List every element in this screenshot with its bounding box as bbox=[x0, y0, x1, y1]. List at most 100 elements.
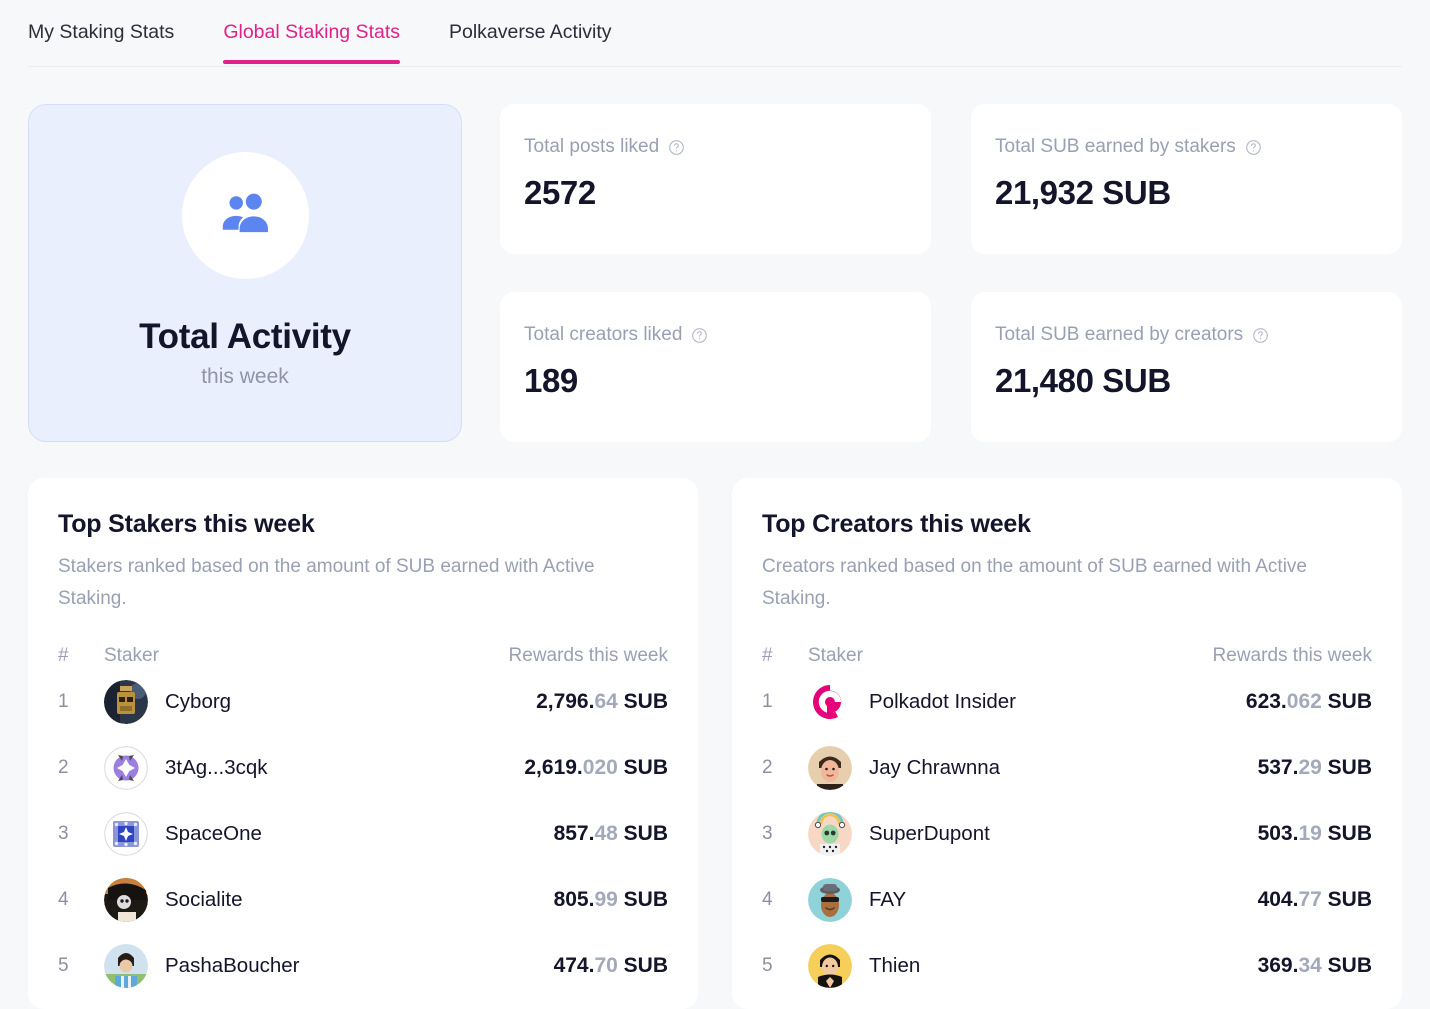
stat-label: Total posts liked bbox=[524, 136, 907, 158]
row-staker[interactable]: FAY bbox=[808, 878, 1258, 922]
creators-table-body: 1 Polkadot Insider 623.062 SUB 2 Jay Chrawnn… bbox=[762, 669, 1372, 999]
row-reward: 503.19 SUB bbox=[1258, 822, 1372, 846]
avatar-identicon-blue[interactable] bbox=[104, 812, 148, 856]
row-staker[interactable]: 3tAg...3cqk bbox=[104, 746, 524, 790]
row-staker-name: Thien bbox=[869, 954, 921, 977]
table-row[interactable]: 2 3tAg...3cqk 2,619.020 SUB bbox=[58, 735, 668, 801]
summary-section: Total Activity this week Total posts lik… bbox=[0, 72, 1430, 442]
avatar-cyborg[interactable] bbox=[104, 680, 148, 724]
activity-subtitle: this week bbox=[201, 364, 289, 388]
avatar-fay[interactable] bbox=[808, 878, 852, 922]
row-staker[interactable]: SuperDupont bbox=[808, 812, 1258, 856]
reward-unit: SUB bbox=[1321, 822, 1372, 845]
question-circle-icon[interactable] bbox=[1245, 139, 1262, 156]
reward-unit: SUB bbox=[1321, 690, 1372, 713]
stat-value: 2572 bbox=[524, 174, 596, 211]
avatar-identicon-purple[interactable] bbox=[104, 746, 148, 790]
row-reward: 623.062 SUB bbox=[1246, 690, 1372, 714]
table-row[interactable]: 1 Cyborg 2,796.64 SUB bbox=[58, 669, 668, 735]
question-circle-icon[interactable] bbox=[1252, 327, 1269, 344]
tab-global-staking-stats[interactable]: Global Staking Stats bbox=[223, 0, 400, 64]
table-row[interactable]: 3 SpaceOne 857.48 SUB bbox=[58, 801, 668, 867]
row-rank: 1 bbox=[762, 691, 773, 712]
row-reward: 474.70 SUB bbox=[554, 954, 668, 978]
reward-decimal: 48 bbox=[594, 822, 618, 845]
row-staker-name: Cyborg bbox=[165, 690, 232, 713]
row-rank: 2 bbox=[762, 757, 773, 778]
reward-unit: SUB bbox=[617, 822, 668, 845]
stat-label: Total SUB earned by stakers bbox=[995, 136, 1378, 158]
column-header-rank: # bbox=[58, 645, 69, 666]
row-staker[interactable]: Socialite bbox=[104, 878, 554, 922]
reward-decimal: 29 bbox=[1298, 756, 1322, 779]
row-staker-name: Jay Chrawnna bbox=[869, 756, 1001, 779]
leaderboard-section: Top Stakers this week Stakers ranked bas… bbox=[0, 442, 1430, 1009]
reward-unit: SUB bbox=[617, 888, 668, 911]
column-header-rank: # bbox=[762, 645, 773, 666]
reward-decimal: 020 bbox=[582, 756, 618, 779]
tab-polkaverse-activity[interactable]: Polkaverse Activity bbox=[449, 0, 612, 64]
row-rank: 5 bbox=[762, 955, 773, 976]
table-row[interactable]: 5 PashaBoucher 474.70 SUB bbox=[58, 933, 668, 999]
reward-whole: 857. bbox=[553, 822, 595, 845]
reward-whole: 805. bbox=[553, 888, 595, 911]
reward-whole: 623. bbox=[1245, 690, 1287, 713]
row-staker-name: Polkadot Insider bbox=[869, 690, 1017, 713]
stat-label: Total creators liked bbox=[524, 324, 907, 346]
row-staker[interactable]: Thien bbox=[808, 944, 1258, 988]
stat-label-text: Total SUB earned by stakers bbox=[995, 136, 1236, 157]
table-row[interactable]: 4 Socialite 805.99 SUB bbox=[58, 867, 668, 933]
stat-value: 21,932 SUB bbox=[995, 174, 1171, 211]
stat-value: 21,480 SUB bbox=[995, 362, 1171, 399]
avatar-superdupont[interactable] bbox=[808, 812, 852, 856]
row-rank: 4 bbox=[58, 889, 69, 910]
question-circle-icon[interactable] bbox=[668, 139, 685, 156]
row-rank: 4 bbox=[762, 889, 773, 910]
people-group-icon bbox=[214, 182, 276, 249]
row-staker[interactable]: Jay Chrawnna bbox=[808, 746, 1258, 790]
stat-label-text: Total posts liked bbox=[524, 136, 660, 157]
row-reward: 805.99 SUB bbox=[554, 888, 668, 912]
row-staker[interactable]: SpaceOne bbox=[104, 812, 554, 856]
row-staker-name: 3tAg...3cqk bbox=[165, 756, 268, 779]
row-rank: 1 bbox=[58, 691, 69, 712]
row-rank: 5 bbox=[58, 955, 69, 976]
row-reward: 369.34 SUB bbox=[1258, 954, 1372, 978]
table-row[interactable]: 4 FAY 404.77 SUB bbox=[762, 867, 1372, 933]
avatar-socialite[interactable] bbox=[104, 878, 148, 922]
table-row[interactable]: 5 Thien 369.34 SUB bbox=[762, 933, 1372, 999]
panel-title: Top Stakers this week bbox=[58, 510, 315, 538]
reward-decimal: 34 bbox=[1298, 954, 1322, 977]
tab-my-staking-stats[interactable]: My Staking Stats bbox=[28, 0, 174, 64]
table-row[interactable]: 1 Polkadot Insider 623.062 SUB bbox=[762, 669, 1372, 735]
reward-whole: 503. bbox=[1257, 822, 1299, 845]
avatar-pasha[interactable] bbox=[104, 944, 148, 988]
stat-card-grid: Total posts liked 2572 Total SUB earned … bbox=[500, 104, 1402, 442]
row-staker-name: PashaBoucher bbox=[165, 954, 300, 977]
table-row[interactable]: 2 Jay Chrawnna 537.29 SUB bbox=[762, 735, 1372, 801]
avatar-thien[interactable] bbox=[808, 944, 852, 988]
row-staker-name: SuperDupont bbox=[869, 822, 990, 845]
row-staker[interactable]: Cyborg bbox=[104, 680, 536, 724]
stat-label: Total SUB earned by creators bbox=[995, 324, 1378, 346]
row-rank: 2 bbox=[58, 757, 69, 778]
question-circle-icon[interactable] bbox=[691, 327, 708, 344]
table-row[interactable]: 3 SuperDupont 503.19 SUB bbox=[762, 801, 1372, 867]
column-header-staker: Staker bbox=[104, 645, 159, 666]
total-activity-card: Total Activity this week bbox=[28, 104, 462, 442]
row-staker[interactable]: PashaBoucher bbox=[104, 944, 554, 988]
reward-unit: SUB bbox=[617, 690, 668, 713]
avatar-polkadot-logo[interactable] bbox=[808, 680, 852, 724]
reward-unit: SUB bbox=[617, 954, 668, 977]
reward-unit: SUB bbox=[617, 756, 668, 779]
stat-card-total-creators-liked: Total creators liked 189 bbox=[500, 292, 931, 442]
row-rank: 3 bbox=[58, 823, 69, 844]
reward-decimal: 062 bbox=[1286, 690, 1322, 713]
activity-title: Total Activity bbox=[139, 316, 351, 356]
avatar-jay[interactable] bbox=[808, 746, 852, 790]
row-staker[interactable]: Polkadot Insider bbox=[808, 680, 1246, 724]
stakers-table-body: 1 Cyborg 2,796.64 SUB 2 3tAg...3cqk 2,619.020… bbox=[58, 669, 668, 999]
reward-whole: 2,619. bbox=[524, 756, 583, 779]
table-header: # Staker Rewards this week bbox=[762, 645, 1372, 669]
stat-label-text: Total creators liked bbox=[524, 324, 683, 345]
